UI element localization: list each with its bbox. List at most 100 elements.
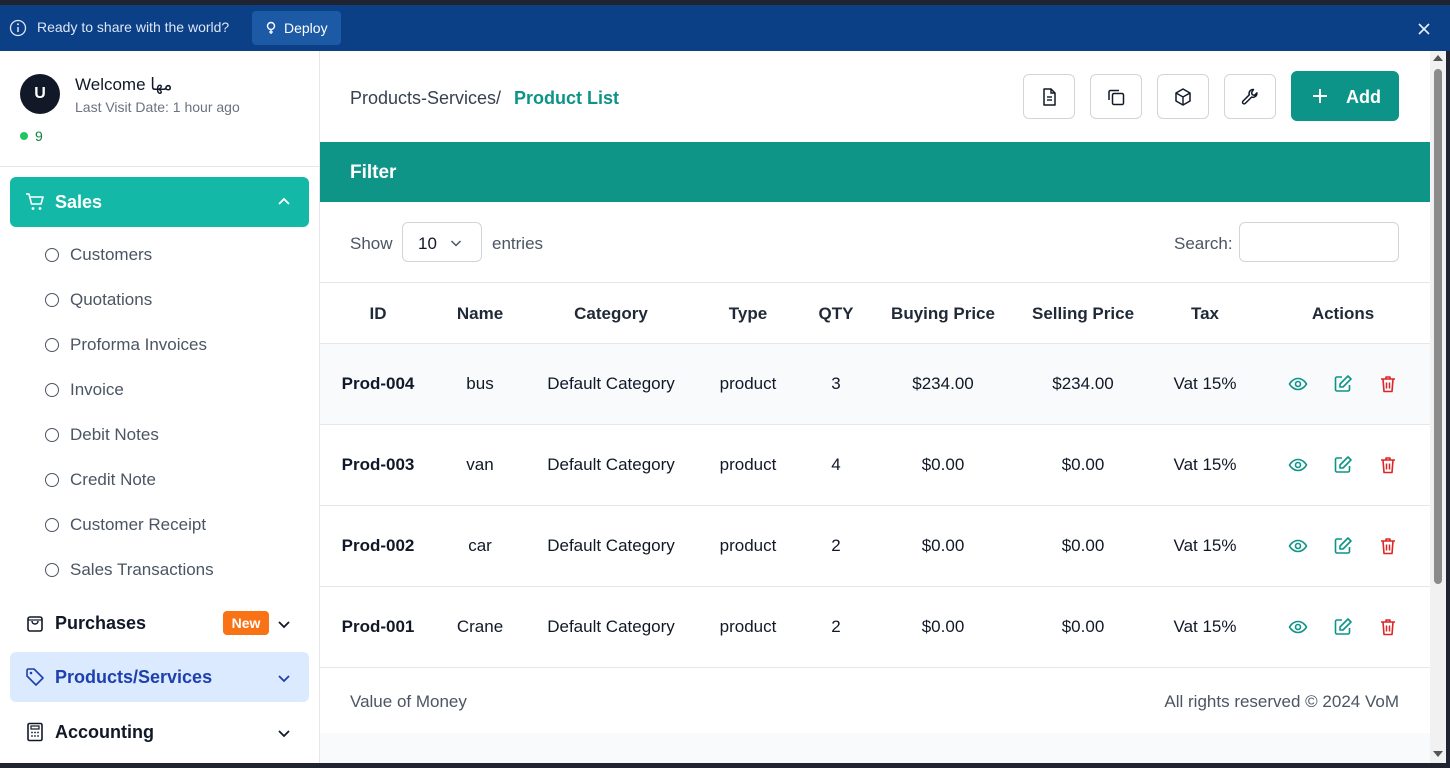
divider xyxy=(0,166,319,167)
cell-name: car xyxy=(468,536,492,555)
app-window: U Welcome مها Last Visit Date: 1 hour ag… xyxy=(0,51,1446,763)
column-header-buying-price[interactable]: Buying Price xyxy=(891,304,995,324)
welcome-text: Welcome مها xyxy=(75,75,173,94)
banner-message: Ready to share with the world? xyxy=(37,19,230,35)
column-header-selling-price[interactable]: Selling Price xyxy=(1032,304,1134,324)
document-icon xyxy=(1043,87,1056,106)
cell-buying-price: $234.00 xyxy=(912,374,974,393)
export-document-button[interactable] xyxy=(1023,74,1075,119)
cell-buying-price: $0.00 xyxy=(921,536,965,555)
delete-icon[interactable] xyxy=(1378,536,1398,556)
cell-tax: Vat 15% xyxy=(1173,536,1237,555)
sidebar-item-proforma-invoices[interactable]: Proforma Invoices xyxy=(45,333,207,357)
avatar[interactable]: U xyxy=(20,74,60,114)
show-label: Show xyxy=(350,234,393,253)
chevron-down-icon xyxy=(278,675,290,683)
edit-icon[interactable] xyxy=(1333,536,1353,556)
cell-type: product xyxy=(719,374,777,393)
cell-type: product xyxy=(719,536,777,555)
cell-name: bus xyxy=(466,374,494,393)
cell-selling-price: $0.00 xyxy=(1061,617,1105,636)
vertical-scrollbar[interactable] xyxy=(1430,51,1446,763)
package-button[interactable] xyxy=(1157,74,1209,119)
view-icon[interactable] xyxy=(1288,374,1308,394)
scrollbar-thumb[interactable] xyxy=(1434,69,1442,584)
column-header-tax[interactable]: Tax xyxy=(1191,304,1219,324)
online-count: 9 xyxy=(35,128,43,144)
sidebar-item-sales[interactable]: Sales xyxy=(10,177,309,227)
filter-toggle[interactable]: Filter xyxy=(320,142,1430,202)
cell-tax: Vat 15% xyxy=(1173,374,1237,393)
last-visit-text: Last Visit Date: 1 hour ago xyxy=(75,99,240,115)
scroll-down-arrow-icon[interactable] xyxy=(1433,751,1443,757)
column-header-category[interactable]: Category xyxy=(574,304,648,324)
deploy-label: Deploy xyxy=(284,20,328,36)
sidebar-item-label: Proforma Invoices xyxy=(70,335,207,354)
chevron-down-icon xyxy=(278,730,290,738)
column-header-type[interactable]: Type xyxy=(729,304,767,324)
delete-icon[interactable] xyxy=(1378,617,1398,637)
cell-qty: 2 xyxy=(831,536,841,555)
sidebar-item-quotations[interactable]: Quotations xyxy=(45,288,152,312)
deploy-button[interactable]: Deploy xyxy=(252,11,341,45)
cell-category: Default Category xyxy=(547,617,675,636)
cell-selling-price: $0.00 xyxy=(1061,455,1105,474)
cell-buying-price: $0.00 xyxy=(921,455,965,474)
tag-icon xyxy=(26,668,44,686)
copy-button[interactable] xyxy=(1090,74,1142,119)
wrench-icon xyxy=(1241,88,1258,105)
settings-tool-button[interactable] xyxy=(1224,74,1276,119)
shopping-bag-icon xyxy=(27,616,43,632)
view-icon[interactable] xyxy=(1288,617,1308,637)
column-header-actions: Actions xyxy=(1311,304,1375,323)
view-icon[interactable] xyxy=(1288,536,1308,556)
cell-type: product xyxy=(719,455,777,474)
table-controls: Show 10 entries Search: xyxy=(320,202,1430,283)
edit-icon[interactable] xyxy=(1333,617,1353,637)
add-label: Add xyxy=(1346,87,1381,107)
breadcrumb-separator: / xyxy=(496,88,502,108)
cell-category: Default Category xyxy=(547,455,675,474)
cell-tax: Vat 15% xyxy=(1173,617,1237,636)
sidebar-item-sales-transactions[interactable]: Sales Transactions xyxy=(45,558,214,582)
page-footer: Value of Money All rights reserved © 202… xyxy=(320,668,1430,733)
sidebar-item-products-services[interactable]: Products/Services xyxy=(10,652,309,702)
add-button[interactable]: Add xyxy=(1291,71,1399,121)
scroll-up-arrow-icon[interactable] xyxy=(1433,55,1443,61)
delete-icon[interactable] xyxy=(1378,455,1398,475)
sidebar-item-debit-notes[interactable]: Debit Notes xyxy=(45,423,159,447)
sidebar-item-customers[interactable]: Customers xyxy=(45,243,152,267)
breadcrumb-parent[interactable]: Products-Services xyxy=(350,88,496,109)
sidebar-item-invoice[interactable]: Invoice xyxy=(45,378,124,402)
circle-icon xyxy=(45,473,59,487)
circle-icon xyxy=(45,293,59,307)
page-header: Products-Services / Product List Add xyxy=(320,51,1430,142)
edit-icon[interactable] xyxy=(1333,374,1353,394)
sidebar-item-purchases[interactable]: Purchases New xyxy=(10,598,309,648)
cell-id: Prod-001 xyxy=(341,617,415,636)
sidebar-item-label: Accounting xyxy=(55,722,154,742)
circle-icon xyxy=(45,383,59,397)
table-row: Prod-001 Crane Default Category product … xyxy=(320,587,1430,668)
cell-name: van xyxy=(466,455,494,474)
column-header-qty[interactable]: QTY xyxy=(819,304,854,324)
circle-icon xyxy=(45,248,59,262)
info-icon xyxy=(9,19,27,37)
rocket-icon xyxy=(266,21,276,34)
sidebar-item-accounting[interactable]: Accounting xyxy=(10,707,309,757)
sidebar-item-label: Sales Transactions xyxy=(70,560,214,579)
cell-category: Default Category xyxy=(547,536,675,555)
view-icon[interactable] xyxy=(1288,455,1308,475)
column-header-name[interactable]: Name xyxy=(457,304,503,324)
search-input[interactable] xyxy=(1239,222,1399,262)
edit-icon[interactable] xyxy=(1333,455,1353,475)
sidebar-item-label: Purchases xyxy=(55,613,147,633)
close-icon[interactable] xyxy=(1416,21,1432,37)
column-header-id[interactable]: ID xyxy=(370,304,387,324)
entries-select[interactable]: 10 xyxy=(402,222,482,262)
cell-qty: 2 xyxy=(831,617,841,636)
sidebar-item-customer-receipt[interactable]: Customer Receipt xyxy=(45,513,206,537)
sidebar-item-credit-note[interactable]: Credit Note xyxy=(45,468,156,492)
table-row: Prod-004 bus Default Category product 3 … xyxy=(320,344,1430,425)
delete-icon[interactable] xyxy=(1378,374,1398,394)
